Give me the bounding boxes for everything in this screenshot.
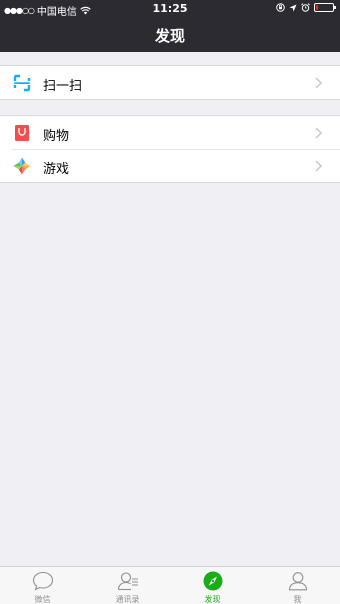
header: ●●●○○ 中国电信 11:25 发现 xyxy=(0,0,340,52)
chat-bubble-icon xyxy=(32,571,53,591)
tab-contacts[interactable]: 通讯录 xyxy=(85,567,170,604)
tab-label: 我 xyxy=(293,595,302,604)
orientation-lock-icon xyxy=(276,3,285,12)
chevron-right-icon xyxy=(315,77,323,89)
tab-chats[interactable]: 微信 xyxy=(0,567,85,604)
tab-discover[interactable]: 发现 xyxy=(170,567,255,604)
menu-item-label: 购物 xyxy=(43,129,70,144)
chevron-right-icon xyxy=(315,127,323,139)
menu-item-shopping[interactable]: 购物 xyxy=(0,116,340,149)
status-bar: ●●●○○ 中国电信 11:25 xyxy=(0,0,340,18)
menu-item-scan[interactable]: 扫一扫 xyxy=(0,66,340,99)
tab-me[interactable]: 我 xyxy=(255,567,340,604)
tab-bar: 微信 通讯录 发现 我 xyxy=(0,566,340,604)
battery-level xyxy=(316,5,318,10)
contacts-icon xyxy=(117,572,138,591)
alarm-icon xyxy=(301,3,310,12)
tab-label: 微信 xyxy=(34,595,51,604)
tab-label: 发现 xyxy=(204,595,221,604)
battery-icon xyxy=(314,3,336,12)
compass-icon xyxy=(203,571,222,591)
menu-item-games[interactable]: 游戏 xyxy=(0,149,340,182)
menu-group-apps: 购物 游戏 xyxy=(0,115,340,183)
tab-label: 通讯录 xyxy=(115,595,140,604)
menu-item-label: 游戏 xyxy=(43,162,70,177)
scan-icon xyxy=(13,74,31,92)
chevron-right-icon xyxy=(315,160,323,172)
menu-item-label: 扫一扫 xyxy=(43,79,83,94)
game-icon xyxy=(13,157,31,175)
location-icon xyxy=(289,4,297,11)
shopping-bag-icon xyxy=(15,125,29,141)
menu-group-scan: 扫一扫 xyxy=(0,65,340,100)
status-right xyxy=(276,3,336,12)
person-icon xyxy=(288,572,307,591)
page-title: 发现 xyxy=(154,27,185,45)
